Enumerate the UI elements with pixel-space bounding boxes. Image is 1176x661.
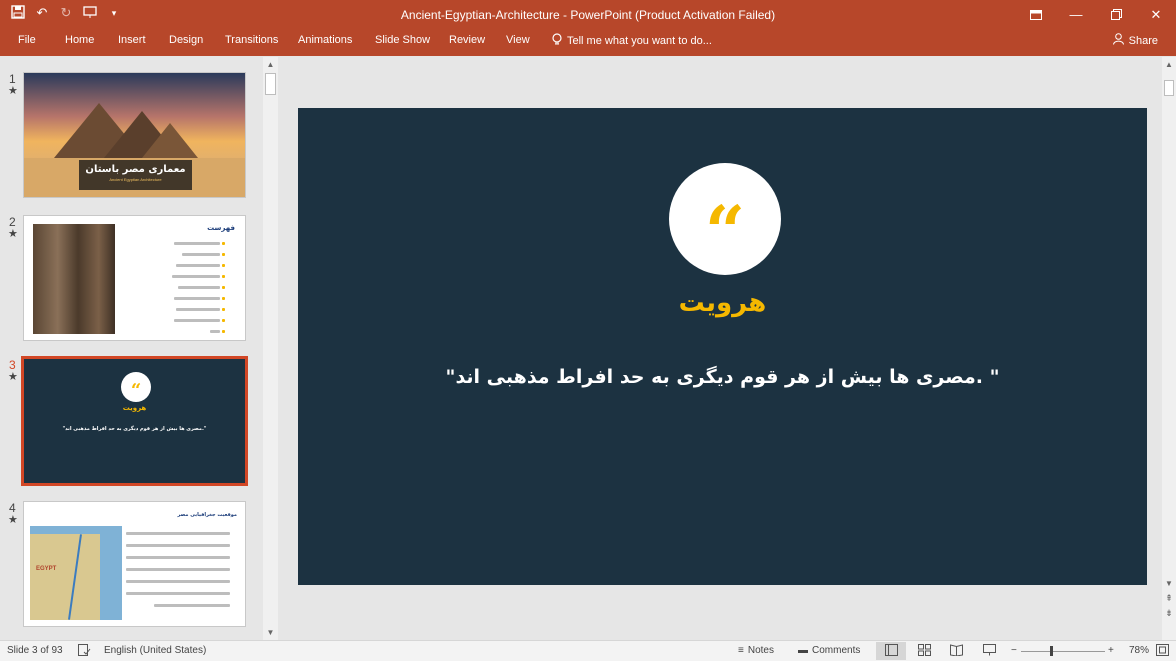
notes-icon: ≡ (738, 645, 744, 656)
scrollbar-thumb[interactable] (1164, 80, 1174, 96)
slide-editor: “ هرویت "مصری ها بیش از هر قوم دیگری به … (282, 57, 1162, 640)
tab-transitions[interactable]: Transitions (225, 34, 278, 46)
slideshow-icon[interactable] (983, 644, 996, 659)
animation-star-icon: ★ (8, 228, 18, 240)
zoom-out-icon[interactable]: − (1011, 645, 1017, 656)
thumbnail-subtitle: Ancient Egyptian Architecture (109, 177, 162, 182)
scroll-down-icon[interactable]: ▼ (1162, 576, 1176, 591)
scrollbar-thumb[interactable] (265, 73, 276, 95)
current-slide[interactable]: “ هرویت "مصری ها بیش از هر قوم دیگری به … (298, 108, 1147, 585)
share-label: Share (1128, 34, 1158, 47)
thumbnail-title: معماری مصر باستان (85, 164, 186, 175)
tab-file[interactable]: File (18, 34, 36, 46)
animation-star-icon: ★ (8, 85, 18, 97)
close-icon[interactable]: ✕ (1136, 0, 1176, 29)
tell-me-text: Tell me what you want to do... (567, 35, 712, 47)
language-indicator[interactable]: English (United States) (104, 645, 206, 656)
thumbnail-slide-3-selected[interactable]: “ هرویت "مصری ها بیش از هر قوم دیگری به … (21, 356, 248, 486)
restore-icon[interactable] (1096, 0, 1136, 29)
zoom-slider-handle[interactable] (1050, 646, 1053, 656)
thumbnail-slide-1[interactable]: معماری مصر باستان Ancient Egyptian Archi… (23, 72, 246, 198)
minimize-icon[interactable]: — (1056, 0, 1096, 29)
comments-button[interactable]: ▬ Comments (798, 645, 860, 656)
thumbnail-scrollbar[interactable]: ▲ ▼ (263, 57, 278, 640)
thumbnail-slide-4[interactable]: موقعیت جغرافیایی مصر EGYPT (23, 501, 246, 627)
thumbnail-slide-2[interactable]: فهرست (23, 215, 246, 341)
title-bar: ↶ ↻ ▾ Ancient-Egyptian-Architecture - Po… (0, 0, 1176, 29)
ribbon-display-icon[interactable] (1016, 0, 1056, 29)
temple-columns-image (33, 224, 115, 334)
zoom-level[interactable]: 78% (1129, 645, 1149, 656)
scroll-up-icon[interactable]: ▲ (263, 57, 278, 72)
spell-check-icon[interactable] (78, 644, 91, 659)
person-icon (1112, 33, 1124, 48)
zoom-slider[interactable] (1021, 651, 1105, 652)
tab-review[interactable]: Review (449, 34, 485, 46)
reading-view-icon[interactable] (950, 644, 963, 659)
next-slide-icon[interactable]: ⇟ (1162, 606, 1176, 621)
zoom-in-icon[interactable]: + (1108, 645, 1114, 656)
map-label: EGYPT (36, 566, 57, 572)
thumbnail-title: فهرست (207, 224, 235, 232)
comments-label: Comments (812, 645, 861, 656)
scroll-up-icon[interactable]: ▲ (1162, 57, 1176, 72)
thumbnail-title: موقعیت جغرافیایی مصر (177, 512, 237, 518)
quote-circle: “ (669, 163, 781, 275)
notes-label: Notes (747, 645, 774, 656)
slide-scrollbar[interactable]: ▲ ▼ ⇞ ⇟ (1162, 57, 1176, 640)
fit-to-window-icon[interactable] (1156, 644, 1169, 659)
slide-quote-text[interactable]: "مصری ها بیش از هر قوم دیگری به حد افراط… (298, 366, 1147, 388)
quote-icon: “ (704, 190, 746, 273)
tab-slide-show[interactable]: Slide Show (375, 34, 430, 46)
comment-icon: ▬ (798, 645, 808, 656)
ribbon-tabs: File Home Insert Design Transitions Anim… (0, 29, 1176, 56)
thumbnail-quote-circle: “ (121, 372, 151, 402)
slide-thumbnails-pane: 1 ★ معماری مصر باستان Ancient Egyptian A… (0, 57, 262, 640)
animation-star-icon: ★ (8, 514, 18, 526)
slide-counter: Slide 3 of 93 (7, 645, 63, 656)
thumbnail-title-box: معماری مصر باستان Ancient Egyptian Archi… (79, 160, 192, 190)
status-bar: Slide 3 of 93 English (United States) ≡ N… (0, 640, 1176, 661)
tab-insert[interactable]: Insert (118, 34, 146, 46)
slide-heading[interactable]: هرویت (298, 288, 1147, 318)
lightbulb-icon (552, 33, 562, 49)
thumbnail-title: هرویت (122, 404, 147, 412)
normal-view-icon (885, 644, 898, 659)
egypt-map-image: EGYPT (30, 526, 122, 620)
tab-view[interactable]: View (506, 34, 530, 46)
tab-animations[interactable]: Animations (298, 34, 352, 46)
tab-home[interactable]: Home (65, 34, 94, 46)
window-title: Ancient-Egyptian-Architecture - PowerPoi… (400, 8, 776, 22)
animation-star-icon: ★ (8, 371, 18, 383)
scroll-down-icon[interactable]: ▼ (263, 625, 278, 640)
tab-design[interactable]: Design (169, 34, 203, 46)
tell-me-box[interactable]: Tell me what you want to do... (552, 33, 712, 49)
share-button[interactable]: Share (1112, 33, 1158, 48)
notes-button[interactable]: ≡ Notes (738, 645, 774, 656)
previous-slide-icon[interactable]: ⇞ (1162, 591, 1176, 606)
slide-sorter-icon[interactable] (918, 644, 931, 659)
thumbnail-quote: "مصری ها بیش از هر قوم دیگری به حد افراط… (62, 426, 207, 432)
